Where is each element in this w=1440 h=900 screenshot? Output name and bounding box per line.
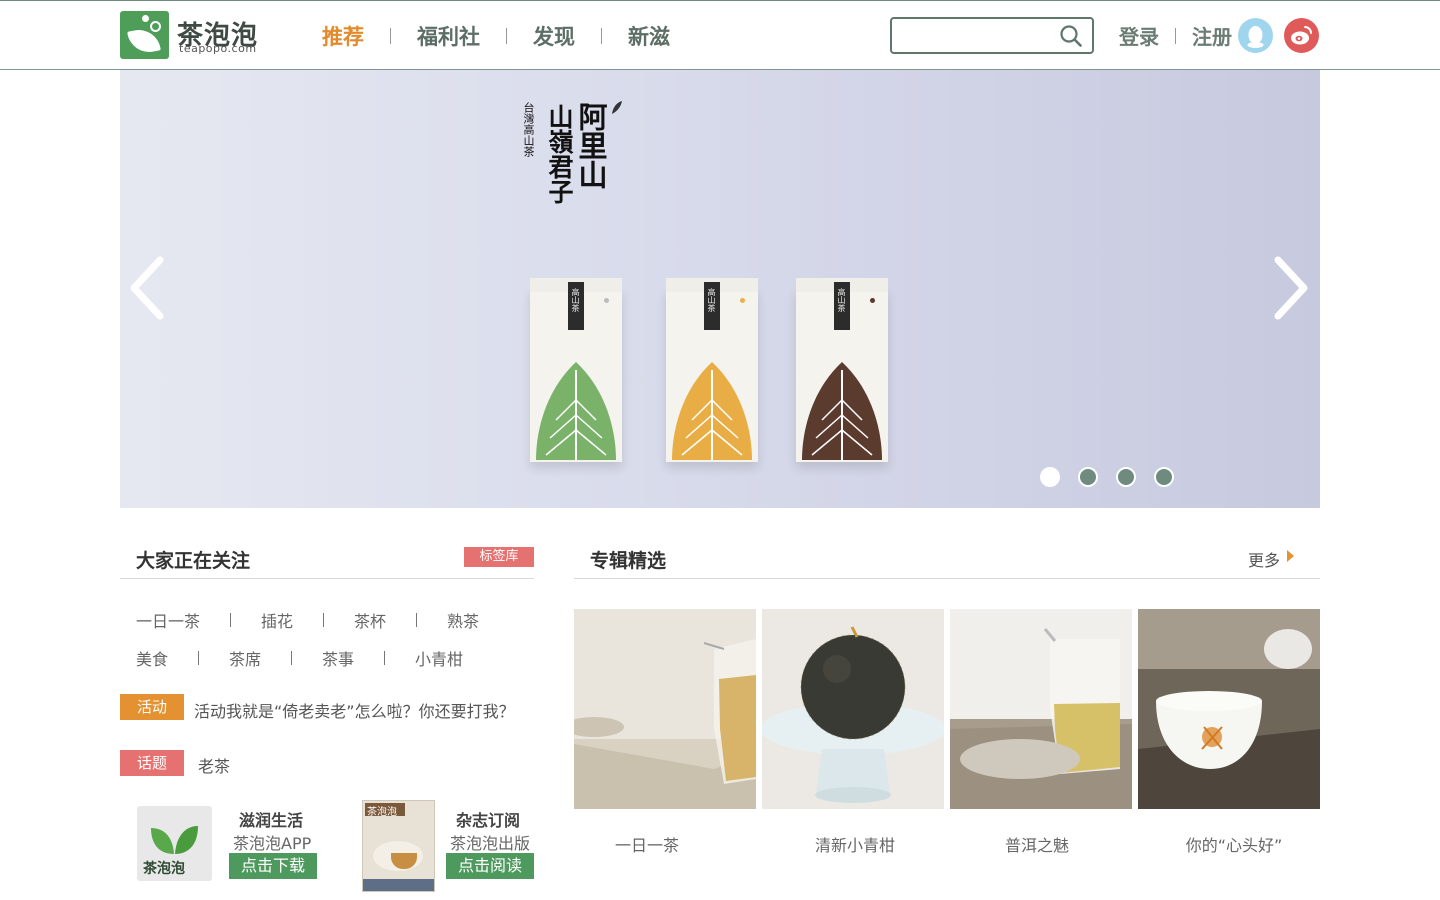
qq-icon[interactable]: [1238, 18, 1273, 53]
tea-box-green: 高山茶: [530, 278, 622, 462]
tags-row-2: 美食 茶席 茶事 小青柑: [136, 646, 463, 670]
nav-divider: [506, 28, 507, 44]
divider: [574, 578, 1320, 579]
download-button[interactable]: 点击下载: [229, 853, 317, 879]
banner-title-small: 台灣高山茶: [522, 102, 535, 157]
box-label: 高山茶: [707, 288, 716, 312]
leaf-mark-icon: [612, 101, 622, 114]
more-arrow-icon[interactable]: [1287, 550, 1294, 562]
teapopo-logo-icon: [120, 11, 169, 59]
top-header: 茶泡泡 teapopo.com 推荐 福利社 发现 新滋 登录 注册: [0, 0, 1440, 70]
read-button[interactable]: 点击阅读: [446, 853, 534, 879]
tag-link[interactable]: 一日一茶: [136, 608, 200, 632]
leaf-pattern-icon: [672, 362, 752, 460]
activity-badge: 活动: [120, 694, 184, 720]
tag-library-button[interactable]: 标签库: [464, 547, 534, 567]
tag-link[interactable]: 茶杯: [354, 608, 386, 632]
album-card-4[interactable]: [1138, 609, 1320, 809]
tag-link[interactable]: 茶事: [322, 646, 354, 670]
box-label: 高山茶: [571, 288, 580, 312]
nav-new[interactable]: 新滋: [628, 21, 670, 51]
magazine-cover[interactable]: 茶泡泡: [362, 800, 435, 892]
leaf-pattern-icon: [536, 362, 616, 460]
more-link[interactable]: 更多: [1248, 547, 1280, 571]
logo-domain: teapopo.com: [179, 42, 257, 55]
activity-link[interactable]: 活动我就是“倚老卖老”怎么啦？你还要打我？: [194, 698, 515, 722]
album-caption-2[interactable]: 清新小青柑: [764, 832, 946, 856]
main-nav: 推荐 福利社 发现 新滋: [322, 21, 670, 51]
carousel-prev-icon[interactable]: [128, 256, 168, 320]
nav-welfare[interactable]: 福利社: [417, 21, 480, 51]
search-box: [890, 17, 1094, 54]
leaf-pattern-icon: [802, 362, 882, 460]
tea-box-yellow: 高山茶: [666, 278, 758, 462]
carousel-dots: [1040, 467, 1192, 487]
app-icon-text: 茶泡泡: [143, 861, 185, 877]
search-input[interactable]: [898, 24, 1058, 48]
register-link[interactable]: 注册: [1192, 21, 1232, 50]
tag-link[interactable]: 茶席: [229, 646, 261, 670]
banner-title-main: 阿里山: [574, 102, 608, 189]
nav-divider: [601, 28, 602, 44]
carousel-next-icon[interactable]: [1270, 256, 1310, 320]
weibo-icon[interactable]: [1284, 18, 1319, 53]
carousel-dot-2[interactable]: [1078, 467, 1098, 487]
follow-title: 大家正在关注: [136, 550, 251, 572]
divider: [120, 578, 534, 579]
app-promo-sub: 茶泡泡APP: [233, 834, 312, 853]
album-caption-1[interactable]: 一日一茶: [556, 832, 738, 856]
tag-link[interactable]: 插花: [261, 608, 293, 632]
app-icon[interactable]: 茶泡泡: [137, 806, 212, 881]
hero-banner[interactable]: 阿里山 山嶺君子 台灣高山茶 高山茶 高山茶 高山茶: [120, 70, 1320, 508]
auth-links: 登录 注册: [1119, 21, 1232, 50]
banner-title-sub: 山嶺君子: [545, 104, 574, 204]
albums-title: 专辑精选: [590, 550, 667, 572]
carousel-dot-4[interactable]: [1154, 467, 1174, 487]
magazine-promo-sub: 茶泡泡出版: [450, 834, 531, 853]
auth-divider: [1175, 27, 1176, 44]
nav-discover[interactable]: 发现: [533, 21, 575, 51]
album-card-2[interactable]: [762, 609, 944, 809]
app-promo-title: 滋润生活: [239, 811, 304, 830]
magazine-cover-text: 茶泡泡: [367, 807, 397, 818]
carousel-dot-3[interactable]: [1116, 467, 1136, 487]
nav-divider: [390, 28, 391, 44]
tag-link[interactable]: 小青柑: [415, 646, 463, 670]
topic-badge: 话题: [120, 750, 184, 776]
login-link[interactable]: 登录: [1119, 21, 1159, 50]
site-logo[interactable]: 茶泡泡 teapopo.com: [120, 11, 270, 59]
topic-link[interactable]: 老茶: [198, 753, 230, 777]
magazine-promo-title: 杂志订阅: [456, 811, 521, 830]
album-card-1[interactable]: [574, 609, 756, 809]
tag-link[interactable]: 熟茶: [447, 608, 479, 632]
tags-row-1: 一日一茶 插花 茶杯 熟茶: [136, 608, 479, 632]
tea-box-brown: 高山茶: [796, 278, 888, 462]
album-card-3[interactable]: [950, 609, 1132, 809]
album-caption-3[interactable]: 普洱之魅: [946, 832, 1128, 856]
album-caption-4[interactable]: 你的“心头好”: [1143, 832, 1325, 856]
box-label: 高山茶: [837, 288, 846, 312]
nav-recommend[interactable]: 推荐: [322, 21, 364, 51]
carousel-dot-1[interactable]: [1040, 467, 1060, 487]
search-icon[interactable]: [1060, 25, 1082, 47]
tag-link[interactable]: 美食: [136, 646, 168, 670]
